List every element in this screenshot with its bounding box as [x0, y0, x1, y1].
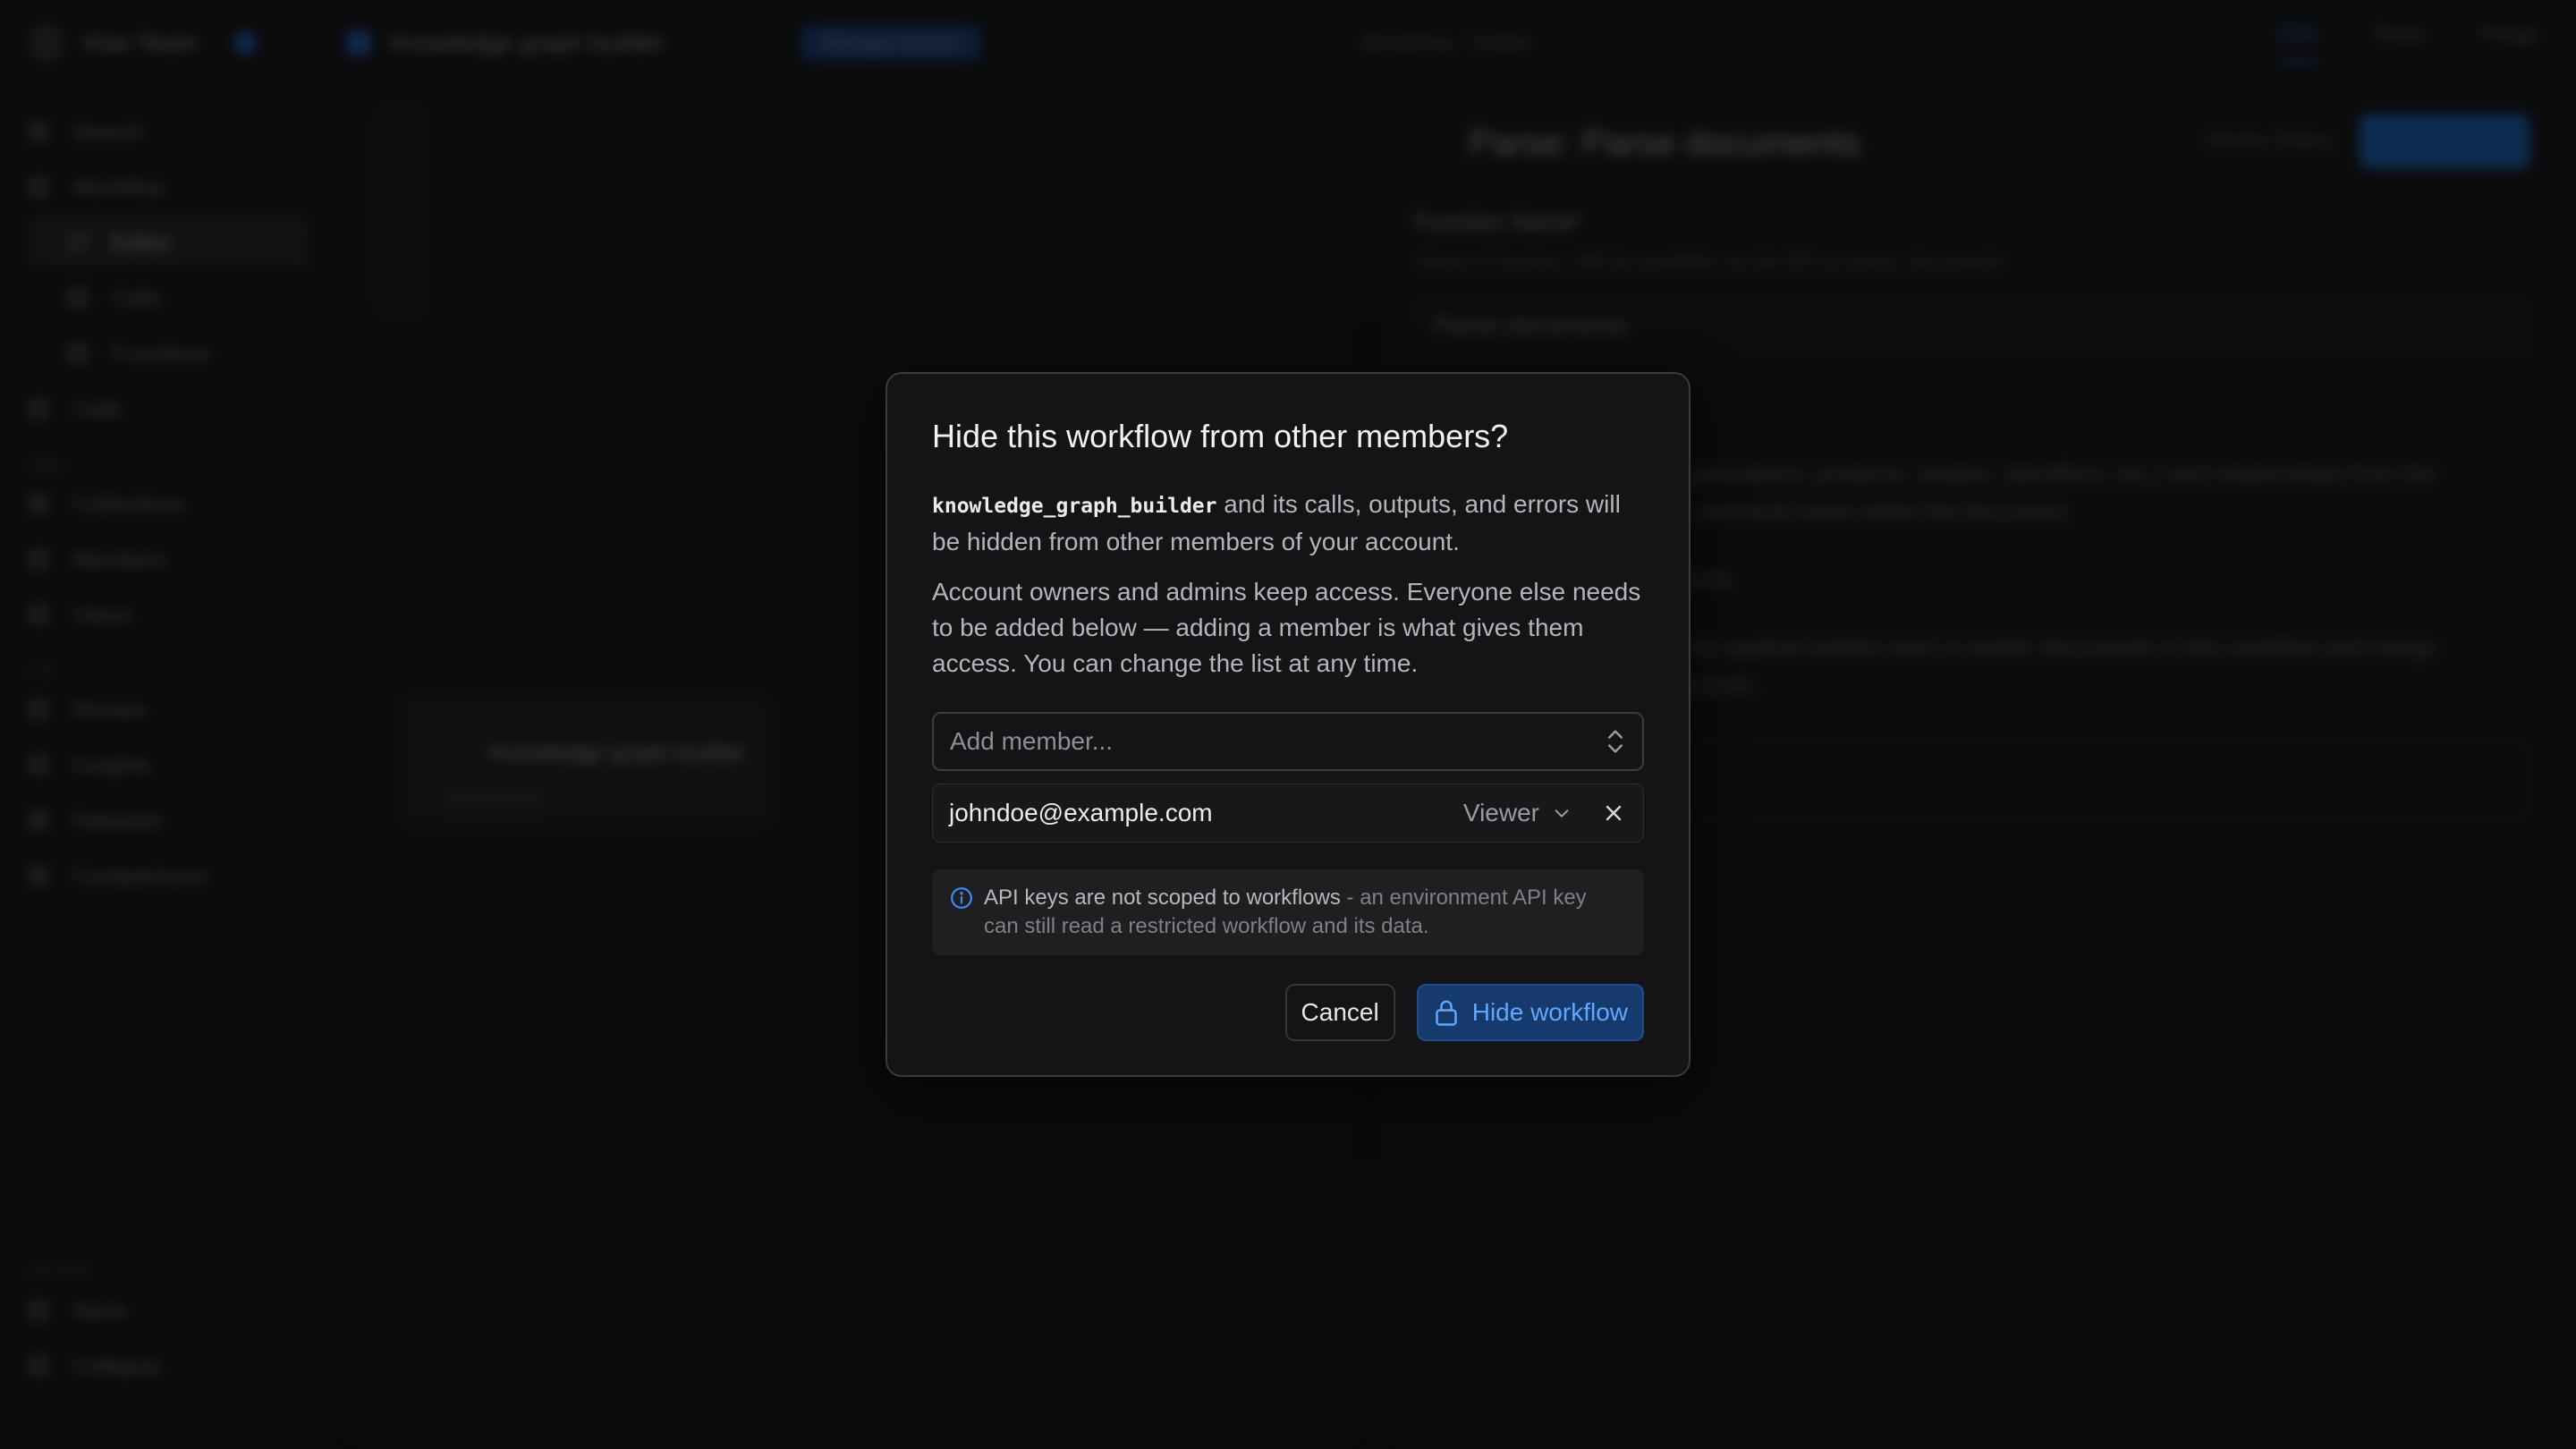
member-row: johndoe@example.com Viewer: [932, 784, 1644, 843]
hide-workflow-label: Hide workflow: [1471, 998, 1628, 1026]
hide-workflow-dialog: Hide this workflow from other members? k…: [886, 372, 1690, 1077]
member-role-select[interactable]: Viewer: [1463, 799, 1572, 827]
dialog-title: Hide this workflow from other members?: [932, 418, 1509, 454]
api-keys-notice-text: API keys are not scoped to workflows - a…: [984, 884, 1626, 941]
chevron-down-icon: [1555, 809, 1569, 818]
chevron-up-down-icon[interactable]: [1603, 726, 1628, 757]
cancel-button[interactable]: Cancel: [1284, 984, 1395, 1041]
dialog-description: knowledge_graph_builder and its calls, o…: [932, 487, 1644, 560]
hide-workflow-button[interactable]: Hide workflow: [1416, 984, 1644, 1041]
api-keys-notice: API keys are not scoped to workflows - a…: [932, 869, 1644, 955]
workflow-code-name: knowledge_graph_builder: [932, 495, 1217, 518]
lock-icon: [1436, 1000, 1457, 1026]
api-keys-notice-strong: API keys are not scoped to workflows: [984, 886, 1341, 910]
add-member-input[interactable]: [950, 727, 1603, 756]
dialog-actions: Cancel Hide workflow: [932, 984, 1644, 1041]
remove-member-button[interactable]: [1600, 800, 1627, 826]
add-member-combobox[interactable]: [932, 712, 1644, 771]
dialog-access-note: Account owners and admins keep access. E…: [932, 578, 1641, 677]
member-email: johndoe@example.com: [949, 799, 1213, 826]
info-icon: [951, 887, 972, 909]
member-role-value: Viewer: [1462, 799, 1539, 826]
close-icon: [1606, 805, 1622, 821]
